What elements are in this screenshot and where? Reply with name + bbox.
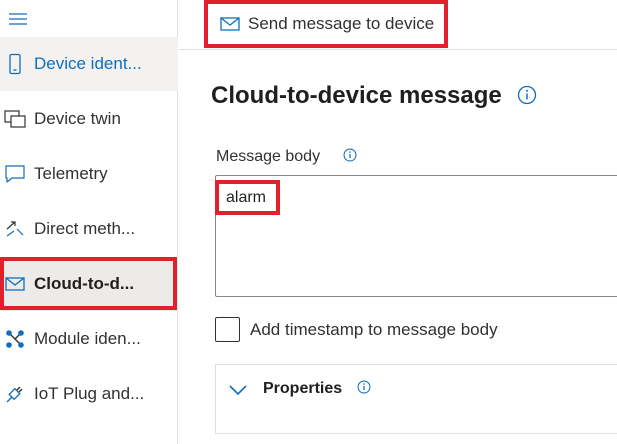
properties-label: Properties: [263, 380, 343, 397]
direct-method-icon: [4, 218, 26, 240]
mail-icon: [220, 16, 240, 32]
sidebar-item-device-twin[interactable]: Device twin: [0, 92, 178, 146]
sidebar-item-label: Device twin: [34, 109, 121, 128]
info-icon[interactable]: [343, 148, 357, 167]
info-icon[interactable]: [517, 85, 537, 110]
sidebar-item-label: Cloud-to-d...: [34, 274, 135, 293]
hamburger-icon[interactable]: [8, 10, 28, 26]
device-icon: [4, 53, 26, 75]
sidebar-item-cloud-to-device[interactable]: Cloud-to-d...: [0, 257, 178, 311]
sidebar-item-telemetry[interactable]: Telemetry: [0, 147, 178, 201]
sidebar-item-direct-method[interactable]: Direct meth...: [0, 202, 178, 256]
properties-section[interactable]: Properties: [215, 364, 617, 434]
device-twin-icon: [4, 108, 26, 130]
timestamp-checkbox[interactable]: [215, 317, 240, 342]
sidebar: Device ident... Device twin Telemetry Di…: [0, 0, 178, 444]
sidebar-item-device-identity[interactable]: Device ident...: [0, 37, 178, 91]
chat-icon: [4, 163, 26, 185]
mail-icon: [4, 273, 26, 295]
sidebar-item-label: Module iden...: [34, 329, 141, 348]
timestamp-checkbox-label[interactable]: Add timestamp to message body: [250, 320, 498, 340]
sidebar-item-label: Device ident...: [34, 54, 142, 73]
plug-icon: [4, 383, 26, 405]
page-title: Cloud-to-device message: [211, 82, 502, 109]
module-icon: [4, 328, 26, 350]
sidebar-item-module-identity[interactable]: Module iden...: [0, 312, 178, 366]
send-message-label: Send message to device: [248, 14, 435, 33]
send-message-button[interactable]: Send message to device: [204, 0, 448, 48]
message-body-value[interactable]: alarm: [215, 180, 280, 215]
sidebar-item-label: Telemetry: [34, 164, 108, 183]
info-icon[interactable]: [357, 380, 371, 399]
message-body-label: Message body: [216, 148, 321, 165]
sidebar-item-iot-plug-and-play[interactable]: IoT Plug and...: [0, 367, 178, 421]
sidebar-item-label: Direct meth...: [34, 219, 136, 238]
chevron-down-icon[interactable]: [228, 383, 248, 402]
sidebar-item-label: IoT Plug and...: [34, 384, 145, 403]
